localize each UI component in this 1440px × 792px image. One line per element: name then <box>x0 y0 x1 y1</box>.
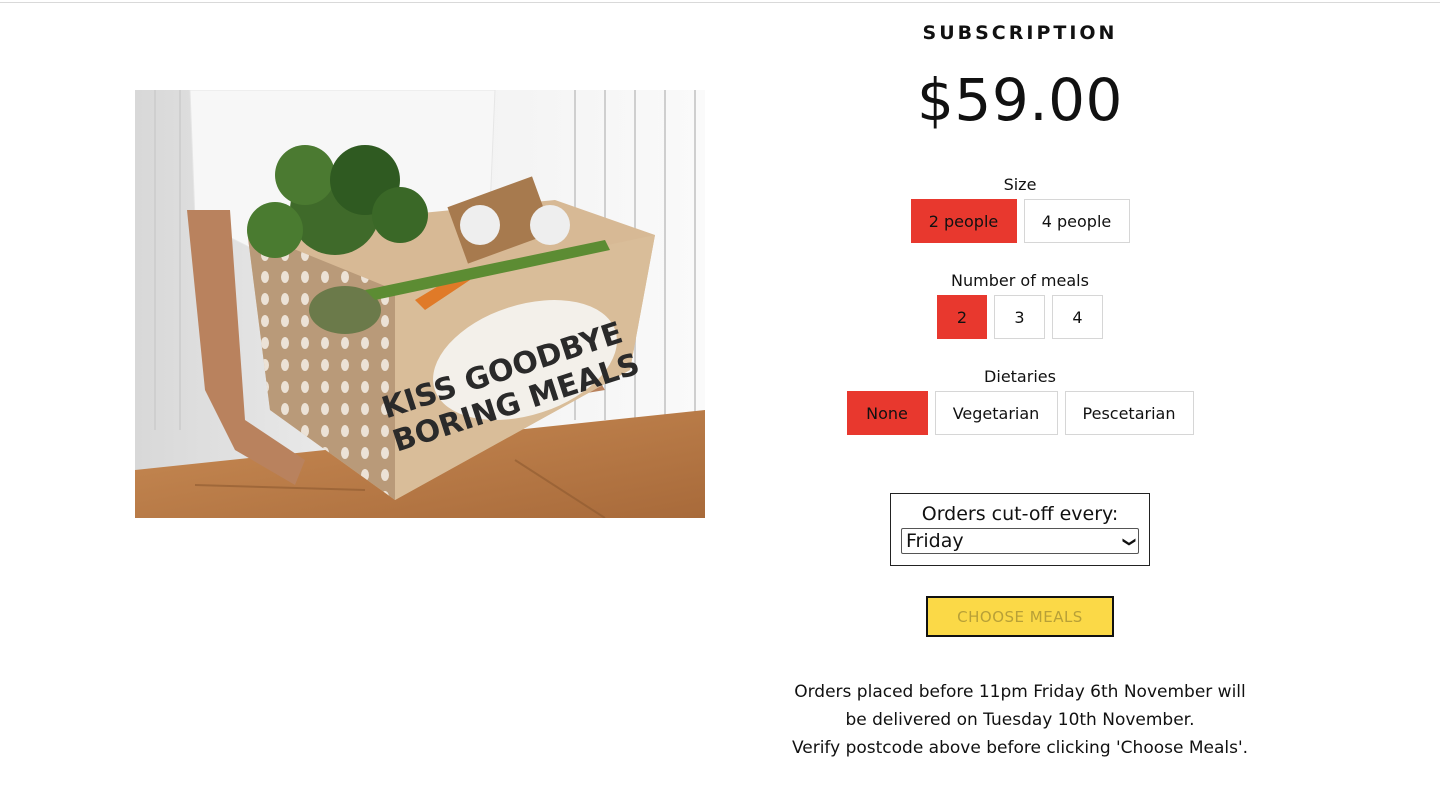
product-image: KISS GOODBYE BORING MEALS <box>135 90 705 518</box>
dietary-option-none[interactable]: None <box>846 391 928 435</box>
chevron-down-icon: ❯ <box>1121 536 1137 548</box>
delivery-info-line-1: Orders placed before 11pm Friday 6th Nov… <box>794 682 1246 702</box>
product-price: $59.00 <box>917 66 1123 134</box>
delivery-info-line-3: Verify postcode above before clicking 'C… <box>791 738 1249 758</box>
dietaries-label: Dietaries <box>984 367 1056 386</box>
cutoff-box: Orders cut-off every: Friday ❯ <box>890 493 1150 566</box>
dietary-option-vegetarian[interactable]: Vegetarian <box>934 391 1058 435</box>
size-label: Size <box>1003 175 1037 194</box>
meals-options: 2 3 4 <box>760 295 1280 339</box>
dietaries-options: None Vegetarian Pescetarian <box>760 391 1280 435</box>
meals-option-3[interactable]: 3 <box>994 295 1045 339</box>
size-option-2-people[interactable]: 2 people <box>910 199 1017 243</box>
dietary-option-pescetarian[interactable]: Pescetarian <box>1064 391 1194 435</box>
product-title: SUBSCRIPTION <box>922 22 1118 44</box>
delivery-info-line-2: be delivered on Tuesday 10th November. <box>845 710 1195 730</box>
size-option-4-people[interactable]: 4 people <box>1023 199 1130 243</box>
delivery-info: Orders placed before 11pm Friday 6th Nov… <box>760 678 1280 762</box>
size-options: 2 people 4 people <box>760 199 1280 243</box>
cutoff-selected-value: Friday <box>906 530 964 552</box>
meals-option-4[interactable]: 4 <box>1052 295 1103 339</box>
meals-label: Number of meals <box>951 271 1089 290</box>
choose-meals-button[interactable]: CHOOSE MEALS <box>926 596 1114 637</box>
product-options-panel: SUBSCRIPTION $59.00 Size 2 people 4 peop… <box>760 0 1280 792</box>
cutoff-day-select[interactable]: Friday ❯ <box>901 528 1139 554</box>
meals-option-2[interactable]: 2 <box>937 295 987 339</box>
cutoff-label: Orders cut-off every: <box>921 503 1119 525</box>
